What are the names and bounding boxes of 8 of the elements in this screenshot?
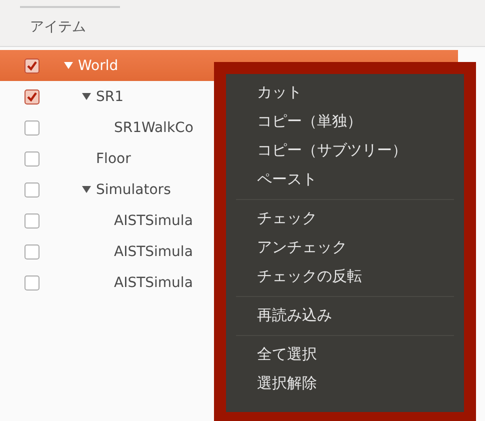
item-label: SR1WalkCo [114, 120, 194, 136]
item-label: AISTSimula [114, 212, 193, 228]
item-label: World [78, 58, 118, 74]
item-label: AISTSimula [114, 274, 193, 290]
item-label: Simulators [96, 182, 171, 198]
item-label: Floor [96, 150, 131, 166]
item-label: AISTSimula [114, 244, 193, 260]
item-label: SR1 [96, 88, 124, 104]
